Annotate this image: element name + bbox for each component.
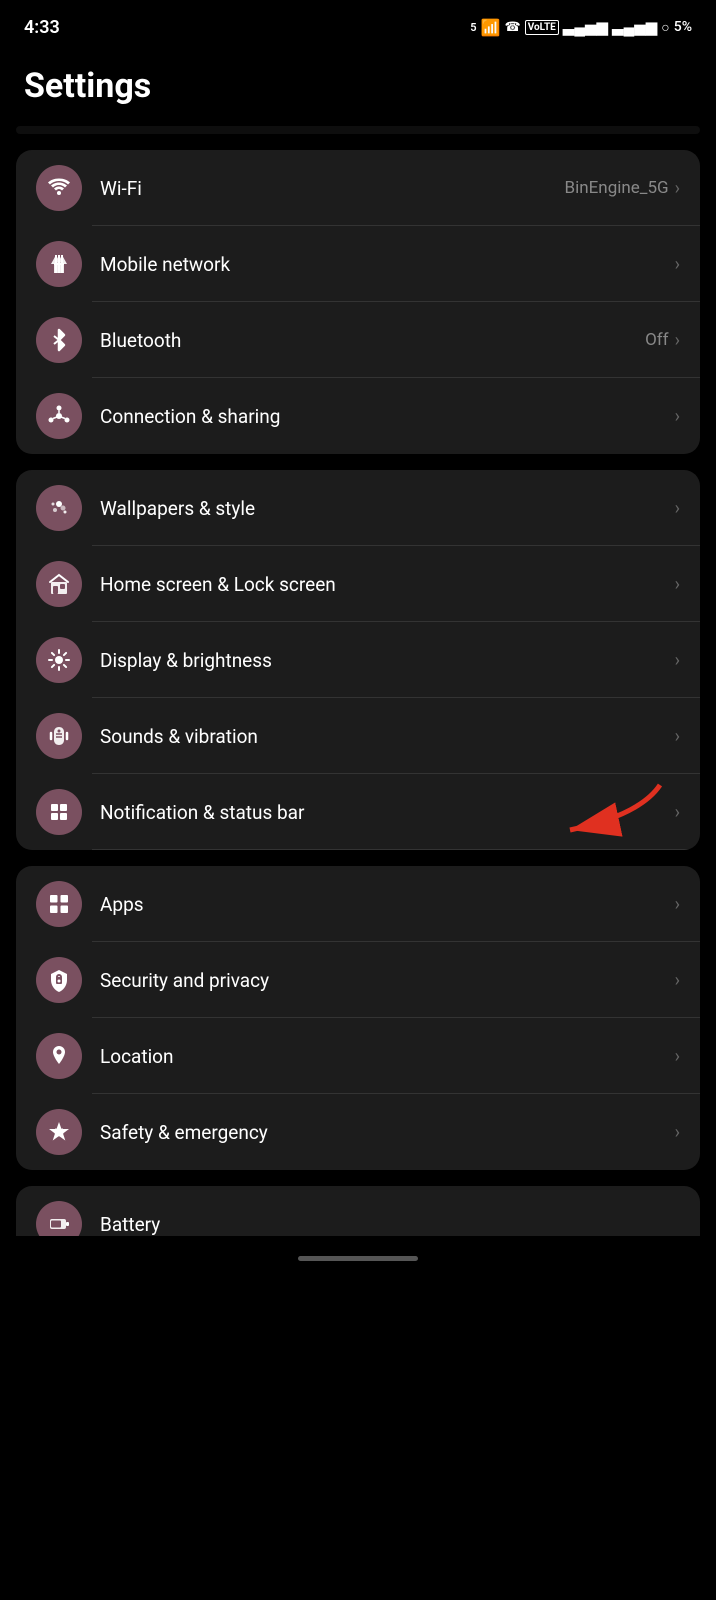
- notification-status-icon: [47, 800, 71, 824]
- signal-bar-2-icon: ▃▄▅▆: [612, 18, 657, 36]
- battery-percent: 5%: [674, 19, 692, 35]
- connection-sharing-label: Connection & sharing: [100, 405, 669, 428]
- settings-item-safety-emergency[interactable]: ✱ Safety & emergency ›: [16, 1094, 700, 1170]
- wifi-icon-circle: [36, 165, 82, 211]
- settings-item-bluetooth[interactable]: Bluetooth Off ›: [16, 302, 700, 378]
- home-lock-chevron-icon: ›: [675, 574, 680, 595]
- settings-item-notification-status[interactable]: Notification & status bar ›: [16, 774, 700, 850]
- connection-sharing-icon: [47, 404, 71, 428]
- apps-icon-circle: [36, 881, 82, 927]
- battery-icon: [47, 1212, 71, 1236]
- scroll-top-indicator: [16, 126, 700, 134]
- bluetooth-icon-circle: [36, 317, 82, 363]
- sounds-vibration-label: Sounds & vibration: [100, 725, 669, 748]
- bluetooth-value: Off: [645, 330, 669, 350]
- safety-emergency-label: Safety & emergency: [100, 1121, 669, 1144]
- location-icon: [47, 1044, 71, 1068]
- svg-text:✱: ✱: [54, 1125, 64, 1139]
- connection-sharing-chevron-icon: ›: [675, 406, 680, 427]
- settings-item-location[interactable]: Location ›: [16, 1018, 700, 1094]
- wifi-icon: 📶: [481, 18, 501, 37]
- wallpapers-icon: [47, 496, 71, 520]
- call-icon: ☎: [505, 20, 521, 35]
- bluetooth-icon: [47, 328, 71, 352]
- settings-item-wallpapers[interactable]: Wallpapers & style ›: [16, 470, 700, 546]
- mobile-network-chevron-icon: ›: [675, 254, 680, 275]
- display-group: Wallpapers & style › Home screen & Lock …: [16, 470, 700, 850]
- settings-item-connection-sharing[interactable]: Connection & sharing ›: [16, 378, 700, 454]
- notification-status-chevron-icon: ›: [675, 802, 680, 823]
- wallpapers-icon-circle: [36, 485, 82, 531]
- settings-item-apps[interactable]: Apps ›: [16, 866, 700, 942]
- scroll-bar: [298, 1256, 418, 1261]
- safety-emergency-icon-circle: ✱: [36, 1109, 82, 1155]
- wifi-chevron-icon: ›: [675, 178, 680, 199]
- signal-5g-icon: 5: [470, 21, 476, 34]
- apps-icon: [47, 892, 71, 916]
- battery-icon-circle: [36, 1201, 82, 1236]
- security-privacy-icon-circle: [36, 957, 82, 1003]
- page-title: Settings: [0, 50, 716, 126]
- security-privacy-chevron-icon: ›: [675, 970, 680, 991]
- home-lock-icon: [47, 572, 71, 596]
- settings-item-display-brightness[interactable]: Display & brightness ›: [16, 622, 700, 698]
- sounds-vibration-icon-circle: [36, 713, 82, 759]
- settings-item-sounds-vibration[interactable]: Sounds & vibration ›: [16, 698, 700, 774]
- safety-emergency-chevron-icon: ›: [675, 1122, 680, 1143]
- connection-sharing-icon-circle: [36, 393, 82, 439]
- display-brightness-icon-circle: [36, 637, 82, 683]
- notification-status-icon-circle: [36, 789, 82, 835]
- apps-label: Apps: [100, 893, 669, 916]
- status-bar: 4:33 5 📶 ☎ VoLTE ▃▄▅▆ ▃▄▅▆ ○ 5%: [0, 0, 716, 50]
- mobile-network-icon-circle: [36, 241, 82, 287]
- display-brightness-label: Display & brightness: [100, 649, 669, 672]
- mobile-network-label: Mobile network: [100, 253, 669, 276]
- security-privacy-icon: [47, 968, 71, 992]
- home-lock-label: Home screen & Lock screen: [100, 573, 669, 596]
- battery-group-partial: Battery: [16, 1186, 700, 1236]
- wifi-icon: [47, 176, 71, 200]
- settings-item-wifi[interactable]: Wi-Fi BinEngine_5G ›: [16, 150, 700, 226]
- location-icon-circle: [36, 1033, 82, 1079]
- volte-icon: VoLTE: [525, 20, 559, 35]
- status-time: 4:33: [24, 17, 60, 38]
- location-chevron-icon: ›: [675, 1046, 680, 1067]
- wifi-label: Wi-Fi: [100, 177, 565, 200]
- settings-item-home-lock[interactable]: Home screen & Lock screen ›: [16, 546, 700, 622]
- display-brightness-icon: [47, 648, 71, 672]
- connectivity-group: Wi-Fi BinEngine_5G › Mobile network ›: [16, 150, 700, 454]
- display-brightness-chevron-icon: ›: [675, 650, 680, 671]
- status-icons: 5 📶 ☎ VoLTE ▃▄▅▆ ▃▄▅▆ ○ 5%: [470, 18, 692, 37]
- notification-status-label: Notification & status bar: [100, 801, 669, 824]
- sounds-vibration-chevron-icon: ›: [675, 726, 680, 747]
- settings-item-battery[interactable]: Battery: [16, 1186, 700, 1236]
- sounds-vibration-icon: [47, 724, 71, 748]
- home-lock-icon-circle: [36, 561, 82, 607]
- apps-chevron-icon: ›: [675, 894, 680, 915]
- wallpapers-chevron-icon: ›: [675, 498, 680, 519]
- wifi-value: BinEngine_5G: [565, 178, 669, 198]
- mobile-network-icon: [47, 252, 71, 276]
- bluetooth-chevron-icon: ›: [675, 330, 680, 351]
- location-label: Location: [100, 1045, 669, 1068]
- battery-icon: ○: [661, 19, 669, 36]
- signal-bar-1-icon: ▃▄▅▆: [563, 18, 608, 36]
- wallpapers-label: Wallpapers & style: [100, 497, 669, 520]
- settings-item-security-privacy[interactable]: Security and privacy ›: [16, 942, 700, 1018]
- battery-label: Battery: [100, 1213, 680, 1236]
- safety-emergency-icon: ✱: [47, 1120, 71, 1144]
- settings-item-mobile-network[interactable]: Mobile network ›: [16, 226, 700, 302]
- scroll-indicator: [0, 1236, 716, 1269]
- security-privacy-label: Security and privacy: [100, 969, 669, 992]
- bluetooth-label: Bluetooth: [100, 329, 645, 352]
- apps-privacy-group: Apps › Security and privacy › Location ›: [16, 866, 700, 1170]
